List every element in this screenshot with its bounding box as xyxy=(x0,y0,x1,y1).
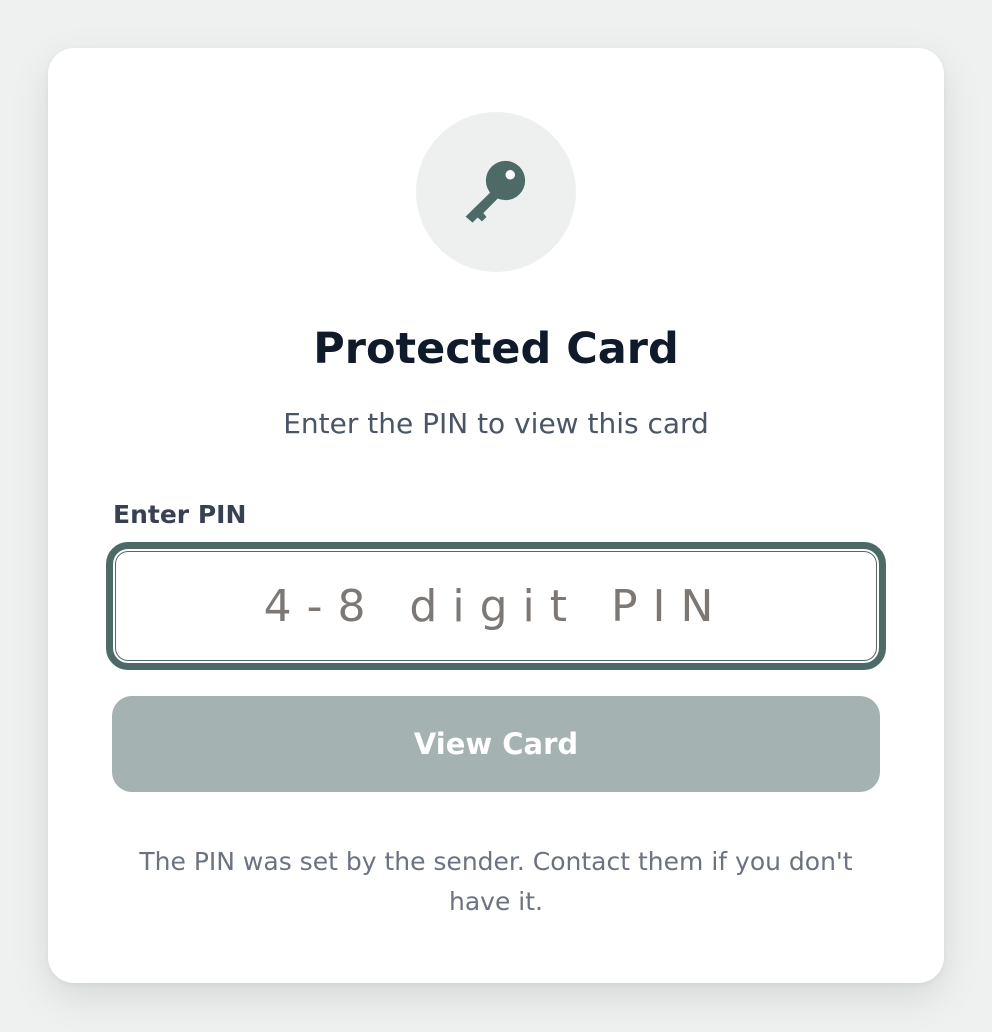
pin-card: Protected Card Enter the PIN to view thi… xyxy=(48,48,944,983)
pin-label: Enter PIN xyxy=(113,500,247,529)
pin-input[interactable] xyxy=(106,542,886,670)
card-subtitle: Enter the PIN to view this card xyxy=(283,407,709,440)
icon-badge xyxy=(416,112,576,272)
pin-help-text: The PIN was set by the sender. Contact t… xyxy=(139,847,853,916)
key-icon xyxy=(458,152,534,232)
card-title: Protected Card xyxy=(313,324,679,374)
view-card-button[interactable]: View Card xyxy=(112,696,880,792)
